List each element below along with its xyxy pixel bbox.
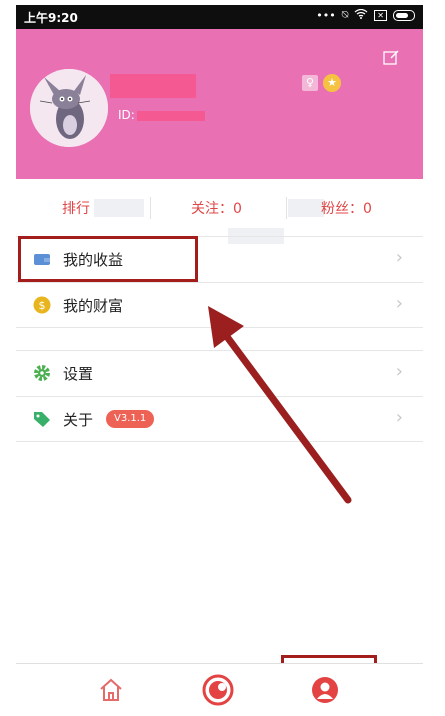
edit-icon[interactable] xyxy=(383,49,400,66)
chevron-right-icon: › xyxy=(395,247,403,268)
stat-fans[interactable]: 粉丝：0 xyxy=(321,198,372,218)
tag-icon xyxy=(33,410,51,428)
blur-overlay xyxy=(288,199,324,217)
annotation-arrow xyxy=(208,306,352,504)
stat-rank[interactable]: 排行 xyxy=(62,198,90,218)
stat-divider xyxy=(286,197,287,219)
menu-label-about: 关于 xyxy=(63,411,94,429)
stat-follow[interactable]: 关注：0 xyxy=(191,198,242,218)
avatar[interactable] xyxy=(30,69,108,147)
home-icon[interactable] xyxy=(93,672,129,708)
profile-icon[interactable] xyxy=(307,672,343,708)
status-time: 上午9:20 xyxy=(24,11,78,25)
wifi-icon xyxy=(354,8,368,22)
svg-text:$: $ xyxy=(39,299,46,312)
sim-icon: ✕ xyxy=(374,9,387,21)
user-id-label: ID: xyxy=(118,108,135,122)
level-star-icon: ★ xyxy=(323,74,341,92)
coin-icon: $ xyxy=(33,296,51,314)
stat-divider xyxy=(150,197,151,219)
dots-icon: ••• xyxy=(316,8,336,22)
stats-row: 排行 关注：0 粉丝：0 xyxy=(16,179,423,234)
annotation-box xyxy=(18,236,198,282)
chevron-right-icon: › xyxy=(395,407,403,428)
blur-overlay xyxy=(94,199,144,217)
gear-icon xyxy=(33,364,51,382)
mute-icon: ⍉ xyxy=(341,8,349,21)
profile-header: ID: ♀ ★ xyxy=(16,29,423,179)
gender-female-icon: ♀ xyxy=(302,75,318,91)
chevron-right-icon: › xyxy=(395,361,403,382)
redacted-username xyxy=(110,74,196,98)
version-badge: V3.1.1 xyxy=(106,410,155,428)
status-icons: ••• ⍉ ✕ xyxy=(316,8,415,22)
live-icon[interactable] xyxy=(200,672,236,708)
battery-icon xyxy=(393,9,415,21)
status-bar: 上午9:20 ••• ⍉ ✕ xyxy=(16,5,423,29)
bottom-nav xyxy=(16,663,423,716)
redacted-user-id xyxy=(137,111,205,121)
menu-label-wealth: 我的财富 xyxy=(63,297,124,315)
menu-label-settings: 设置 xyxy=(63,365,94,383)
chevron-right-icon: › xyxy=(395,293,403,314)
